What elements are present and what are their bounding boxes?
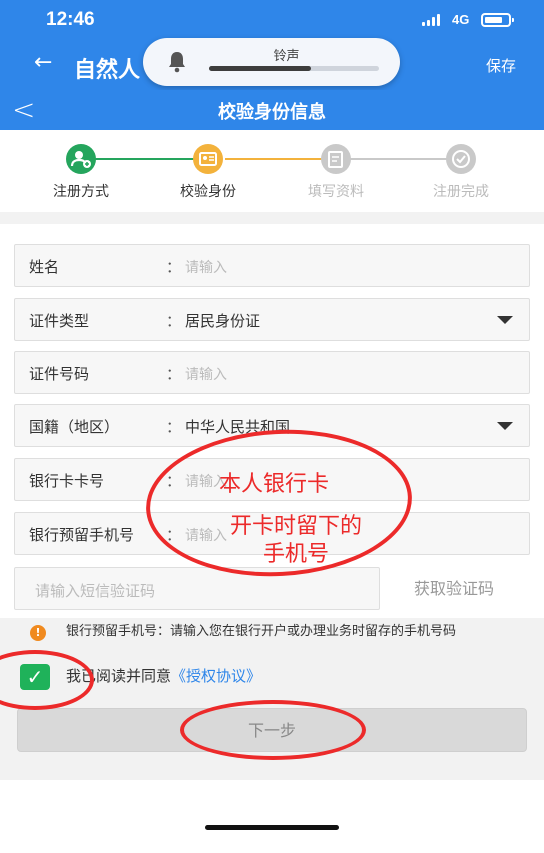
ringer-volume-popup: 铃声 <box>143 38 400 86</box>
field-colon: ： <box>166 312 182 330</box>
step-complete: 注册完成 <box>406 144 516 201</box>
progress-steps: 注册方式 校验身份 填写资料 注册完成 <box>0 130 544 212</box>
step-label: 注册方式 <box>53 184 109 200</box>
dropdown-caret-icon[interactable] <box>497 316 513 324</box>
agree-checkbox[interactable]: ✓ <box>20 664 50 690</box>
name-field[interactable]: 姓名 ： 请输入 <box>14 244 530 287</box>
nationality-select[interactable]: 国籍（地区） ： 中华人民共和国 <box>14 404 530 447</box>
id-type-value: 居民身份证 <box>185 312 261 330</box>
id-type-select[interactable]: 证件类型 ： 居民身份证 <box>14 298 530 341</box>
field-label: 国籍（地区） <box>29 418 120 436</box>
annotation-text: 本人银行卡 <box>218 472 329 497</box>
notice-text: 请输入您在银行开户或办理业务时留存的手机号码 <box>170 624 457 639</box>
sms-code-input[interactable]: 请输入短信验证码 <box>14 567 380 610</box>
home-indicator[interactable] <box>205 825 339 830</box>
status-bar: 12:46 4G <box>0 0 544 40</box>
field-colon: ： <box>166 258 182 276</box>
back-arrow-icon[interactable]: ← <box>34 50 52 75</box>
step-register-method: 注册方式 <box>26 144 136 201</box>
field-colon: ： <box>166 418 182 436</box>
bank-phone-notice: 银行预留手机号：请输入您在银行开户或办理业务时留存的手机号码 <box>66 623 532 641</box>
bottom-safe-area <box>0 780 544 853</box>
authorization-agreement-link[interactable]: 《授权协议》 <box>171 667 261 685</box>
step-verify-identity: 校验身份 <box>153 144 263 201</box>
check-icon <box>446 144 476 174</box>
battery-icon <box>481 13 514 27</box>
agreement-text: 我已阅读并同意 <box>66 667 172 685</box>
id-card-icon <box>193 144 223 174</box>
dropdown-caret-icon[interactable] <box>497 422 513 430</box>
field-colon: ： <box>166 472 182 490</box>
annotation-text: 手机号 <box>262 542 329 567</box>
app-title: 自然人 <box>74 58 141 83</box>
id-number-field[interactable]: 证件号码 ： 请输入 <box>14 351 530 394</box>
field-label: 银行预留手机号 <box>29 526 135 544</box>
get-code-button[interactable]: 获取验证码 <box>384 567 524 610</box>
field-colon: ： <box>166 365 182 383</box>
notice-label: 银行预留手机号： <box>66 624 171 639</box>
network-type: 4G <box>452 12 470 27</box>
page-title: 校验身份信息 <box>218 102 326 123</box>
ringer-label: 铃声 <box>273 49 300 64</box>
nationality-value: 中华人民共和国 <box>185 418 291 436</box>
field-label: 证件号码 <box>29 365 90 383</box>
field-label: 证件类型 <box>29 312 90 330</box>
user-add-icon <box>66 144 96 174</box>
edit-icon <box>321 144 351 174</box>
agreement-line: 我已阅读并同意《授权协议》 <box>66 665 261 686</box>
page-header: < 校验身份信息 <box>0 90 544 130</box>
save-button[interactable]: 保存 <box>486 55 516 76</box>
step-label: 注册完成 <box>433 184 489 200</box>
status-time: 12:46 <box>46 9 95 30</box>
name-input[interactable]: 请输入 <box>185 257 227 277</box>
signal-icon <box>422 14 444 26</box>
id-number-input[interactable]: 请输入 <box>185 364 227 384</box>
step-label: 填写资料 <box>308 184 364 200</box>
info-icon: ! <box>30 625 46 641</box>
volume-fill <box>209 66 311 71</box>
field-label: 银行卡卡号 <box>29 472 105 490</box>
field-colon: ： <box>166 526 182 544</box>
field-label: 姓名 <box>29 258 60 276</box>
volume-slider[interactable] <box>209 66 379 71</box>
next-step-button[interactable]: 下一步 <box>17 708 527 752</box>
step-fill-info: 填写资料 <box>281 144 391 201</box>
step-label: 校验身份 <box>180 184 236 200</box>
sms-code-placeholder: 请输入短信验证码 <box>35 582 156 600</box>
